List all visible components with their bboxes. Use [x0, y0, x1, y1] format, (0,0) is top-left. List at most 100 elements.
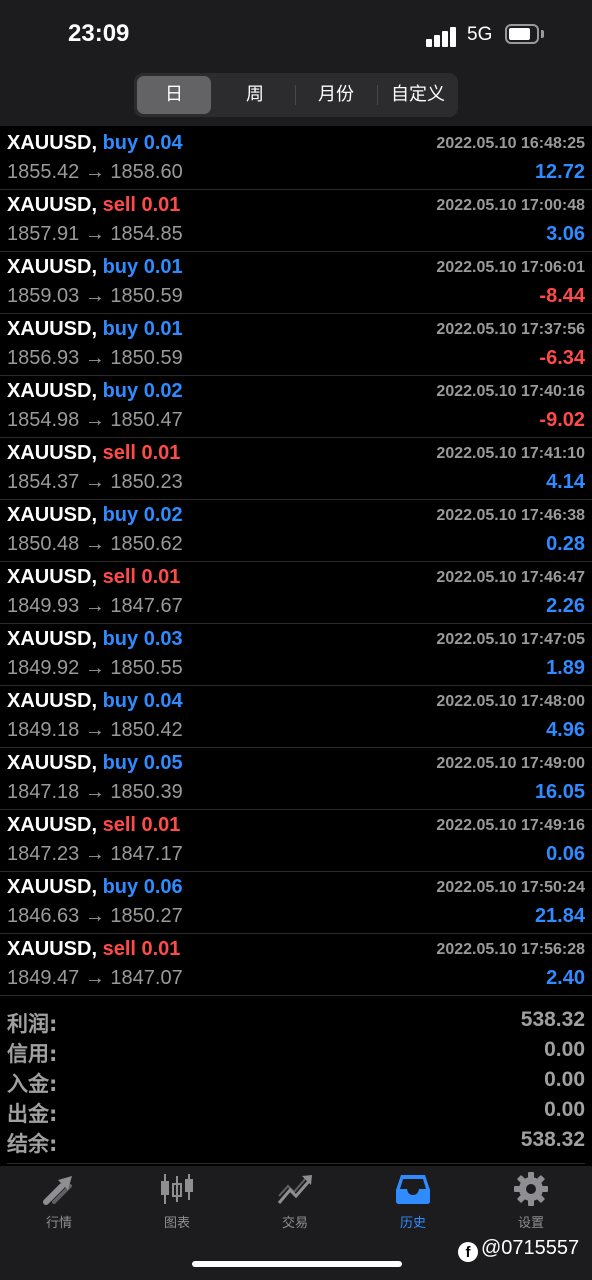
summary-row-withdrawal: 出金: 0.00 [0, 1097, 592, 1127]
summary-label: 利润: [7, 1012, 58, 1036]
tab-day[interactable]: 日 [137, 76, 211, 114]
deal-side-volume: buy 0.02 [102, 504, 183, 526]
deal-prices: 1856.93 → 1850.59 [7, 347, 183, 369]
trade-trend-icon [277, 1175, 312, 1204]
deal-symbol: XAUUSD, [7, 504, 98, 526]
deal-row[interactable]: XAUUSD, buy 0.04 2022.05.10 16:48:25 1855.… [0, 128, 592, 190]
watermark: f @0715557 [458, 1237, 580, 1262]
summary-label: 信用: [7, 1042, 58, 1066]
deal-symbol-line: XAUUSD, sell 0.01 [7, 938, 180, 961]
deal-time: 2022.05.10 17:46:47 [436, 569, 585, 586]
deal-time: 2022.05.10 16:48:25 [436, 135, 585, 152]
deal-side-volume: buy 0.04 [102, 132, 183, 154]
deal-prices: 1847.18 → 1850.39 [7, 781, 183, 803]
deal-row[interactable]: XAUUSD, buy 0.02 2022.05.10 17:40:16 1854.… [0, 376, 592, 438]
deal-profit: 16.05 [534, 781, 585, 803]
deal-time: 2022.05.10 17:50:24 [436, 879, 585, 896]
deal-side-volume: buy 0.01 [102, 318, 183, 340]
summary: 利润: 538.32 信用: 0.00 入金: 0.00 出金: 0.00 结余… [0, 1007, 592, 1157]
deal-profit: -8.44 [539, 285, 585, 307]
deal-row[interactable]: XAUUSD, buy 0.03 2022.05.10 17:47:05 1849.… [0, 624, 592, 686]
deal-side-volume: sell 0.01 [102, 442, 181, 464]
deal-prices: 1846.63 → 1850.27 [7, 905, 183, 927]
deal-symbol: XAUUSD, [7, 752, 98, 774]
tab-trade[interactable]: 交易 [236, 1172, 354, 1236]
home-indicator [192, 1261, 402, 1267]
deal-time: 2022.05.10 17:37:56 [436, 321, 585, 338]
deal-time: 2022.05.10 17:46:38 [436, 507, 585, 524]
period-segmented-control: 日 周 月份 自定义 [134, 73, 458, 117]
gear-icon [514, 1172, 548, 1206]
deal-row[interactable]: XAUUSD, buy 0.05 2022.05.10 17:49:00 1847.… [0, 748, 592, 810]
watermark-text: @0715557 [481, 1237, 580, 1259]
deal-symbol-line: XAUUSD, sell 0.01 [7, 566, 180, 589]
tab-month[interactable]: 月份 [298, 76, 374, 114]
deal-symbol: XAUUSD, [7, 814, 98, 836]
deal-time: 2022.05.10 17:40:16 [436, 383, 585, 400]
summary-value: 0.00 [544, 1098, 585, 1121]
deal-row[interactable]: XAUUSD, sell 0.01 2022.05.10 17:46:47 1849… [0, 562, 592, 624]
deal-time: 2022.05.10 17:41:10 [436, 445, 585, 462]
tab-label: 图表 [163, 1216, 190, 1231]
deal-side-volume: sell 0.01 [102, 194, 181, 216]
deal-symbol-line: XAUUSD, sell 0.01 [7, 442, 180, 465]
deal-symbol: XAUUSD, [7, 442, 98, 464]
deal-row[interactable]: XAUUSD, sell 0.01 2022.05.10 17:41:10 1854… [0, 438, 592, 500]
tab-history[interactable]: 历史 [354, 1172, 472, 1236]
summary-row-deposit: 入金: 0.00 [0, 1067, 592, 1097]
summary-value: 538.32 [520, 1128, 585, 1151]
tab-quotes[interactable]: 行情 [0, 1172, 118, 1236]
deal-side-volume: buy 0.02 [102, 380, 183, 402]
deal-symbol: XAUUSD, [7, 876, 98, 898]
status-time: 23:09 [68, 20, 130, 47]
summary-row-balance: 结余: 538.32 [0, 1127, 592, 1157]
summary-value: 0.00 [544, 1038, 585, 1061]
deal-profit: 2.40 [546, 967, 585, 989]
facebook-icon: f [458, 1242, 478, 1262]
deal-side-volume: sell 0.01 [102, 566, 181, 588]
deal-prices: 1849.93 → 1847.67 [7, 595, 183, 617]
tab-settings[interactable]: 设置 [472, 1172, 590, 1236]
deal-row[interactable]: XAUUSD, buy 0.01 2022.05.10 17:06:01 1859.… [0, 252, 592, 314]
deal-symbol: XAUUSD, [7, 566, 98, 588]
deal-time: 2022.05.10 17:00:48 [436, 197, 585, 214]
deal-row[interactable]: XAUUSD, buy 0.06 2022.05.10 17:50:24 1846.… [0, 872, 592, 934]
deal-side-volume: sell 0.01 [102, 814, 181, 836]
deal-symbol-line: XAUUSD, sell 0.01 [7, 814, 180, 837]
deal-symbol-line: XAUUSD, buy 0.02 [7, 504, 183, 527]
deal-side-volume: buy 0.05 [102, 752, 183, 774]
deal-symbol: XAUUSD, [7, 938, 98, 960]
deal-profit: 21.84 [534, 905, 585, 927]
deal-profit: -6.34 [539, 347, 585, 369]
deal-time: 2022.05.10 17:49:00 [436, 755, 585, 772]
deal-row[interactable]: XAUUSD, buy 0.01 2022.05.10 17:37:56 1856.… [0, 314, 592, 376]
deal-profit: 1.89 [546, 657, 585, 679]
tab-custom[interactable]: 自定义 [380, 76, 456, 114]
network-type: 5G [467, 24, 493, 45]
deal-profit: 4.96 [546, 719, 585, 741]
summary-value: 0.00 [544, 1068, 585, 1091]
deal-side-volume: buy 0.04 [102, 690, 183, 712]
tab-chart[interactable]: 图表 [118, 1172, 236, 1236]
deal-list: XAUUSD, buy 0.04 2022.05.10 16:48:25 1855.… [0, 128, 592, 996]
tab-label: 设置 [517, 1216, 544, 1231]
deal-row[interactable]: XAUUSD, buy 0.04 2022.05.10 17:48:00 1849.… [0, 686, 592, 748]
deal-prices: 1849.92 → 1850.55 [7, 657, 183, 679]
deal-row[interactable]: XAUUSD, sell 0.01 2022.05.10 17:56:28 1849… [0, 934, 592, 996]
divider [7, 1163, 585, 1164]
deal-profit: 4.14 [546, 471, 585, 493]
deal-side-volume: buy 0.01 [102, 256, 183, 278]
deal-profit: 12.72 [534, 161, 585, 183]
deal-profit: 3.06 [546, 223, 585, 245]
deal-prices: 1857.91 → 1854.85 [7, 223, 183, 245]
summary-label: 结余: [7, 1132, 58, 1156]
deal-symbol-line: XAUUSD, buy 0.02 [7, 380, 183, 403]
deal-row[interactable]: XAUUSD, sell 0.01 2022.05.10 17:00:48 1857… [0, 190, 592, 252]
deal-symbol: XAUUSD, [7, 194, 98, 216]
deal-row[interactable]: XAUUSD, buy 0.02 2022.05.10 17:46:38 1850.… [0, 500, 592, 562]
deal-side-volume: buy 0.06 [102, 876, 183, 898]
tab-week[interactable]: 周 [218, 76, 292, 114]
deal-row[interactable]: XAUUSD, sell 0.01 2022.05.10 17:49:16 1847… [0, 810, 592, 872]
battery-icon [505, 24, 539, 44]
signal-icon [426, 25, 458, 47]
